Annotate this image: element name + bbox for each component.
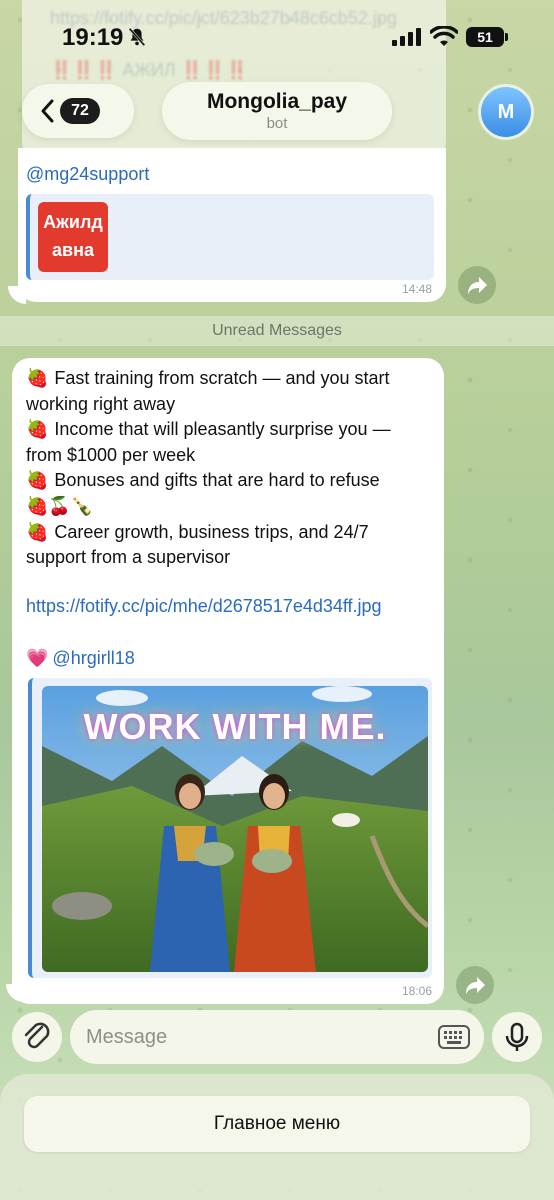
attach-button[interactable] [12, 1012, 62, 1062]
unread-count-badge: 72 [60, 98, 100, 124]
chat-title-pill[interactable]: Mongolia_pay bot [162, 82, 392, 140]
message-text-line: working right away [26, 392, 436, 418]
message-text-line: support from a supervisor [26, 545, 436, 571]
mention-link[interactable]: @mg24support [26, 164, 149, 185]
preview-thumbnail: Ажилд авна [38, 202, 108, 272]
message-text-line: from $1000 per week [26, 443, 436, 469]
strawberry-icon: 🍓 [26, 521, 49, 542]
status-time: 19:19 [62, 24, 124, 51]
main-menu-button[interactable]: Главное меню [24, 1096, 530, 1152]
message-text-line: 🍓🍒🍾 [26, 494, 436, 520]
message-bubble-2[interactable]: 🍓 Fast training from scratch — and you st… [12, 358, 444, 1004]
message-text-content: Career growth, business trips, and 24/7 [54, 521, 369, 542]
chat-title: Mongolia_pay [206, 90, 348, 113]
share-arrow-icon [468, 277, 487, 294]
strawberry-icon: 🍓🍒🍾 [26, 495, 94, 516]
chat-subtitle: bot [266, 115, 288, 132]
mention-line[interactable]: 💗 @hrgirll18 [26, 648, 135, 669]
message-time: 14:48 [401, 282, 432, 296]
message-text-content: working right away [26, 393, 176, 414]
message-text: 🍓 Fast training from scratch — and you st… [26, 366, 436, 571]
message-text-line: 🍓 Bonuses and gifts that are hard to refu… [26, 468, 436, 494]
mention-link[interactable]: @hrgirll18 [52, 648, 134, 668]
thumbnail-text-2: авна [52, 240, 94, 260]
battery-indicator: 51 [466, 27, 508, 47]
message-text-line: 🍓 Income that will pleasantly surprise yo… [26, 417, 436, 443]
paperclip-icon [24, 1022, 50, 1049]
status-bar: 19:19 51 [0, 0, 554, 70]
message-input[interactable] [70, 1010, 484, 1064]
message-text-content: support from a supervisor [26, 547, 231, 568]
back-button[interactable]: 72 [22, 84, 134, 138]
bubble-tail [6, 984, 24, 1002]
message-text-content: Income that will pleasantly surprise you… [54, 419, 391, 440]
microphone-icon [505, 1022, 529, 1051]
chevron-left-icon [41, 99, 54, 123]
chat-avatar[interactable]: M [478, 84, 534, 140]
bot-keyboard-panel: Главное меню [0, 1074, 554, 1200]
share-arrow-icon [466, 977, 485, 994]
thumbnail-text-1: Ажилд [43, 212, 103, 232]
message-time: 18:06 [401, 984, 432, 998]
message-text-content: from $1000 per week [26, 444, 196, 465]
message-bubble-1[interactable]: @mg24support Ажилд авна 14:48 [18, 148, 446, 302]
bell-slash-icon [128, 27, 146, 47]
cellular-signal-icon [392, 28, 421, 46]
message-text-content: Fast training from scratch — and you sta… [54, 368, 390, 388]
message-text-line: 🍓 Career growth, business trips, and 24/7 [26, 520, 436, 546]
share-button[interactable] [456, 966, 494, 1004]
unread-messages-divider: Unread Messages [0, 316, 554, 346]
link-preview[interactable]: Ажилд авна [26, 194, 434, 280]
microphone-button[interactable] [492, 1012, 542, 1062]
heart-icon: 💗 [26, 648, 49, 668]
message-text-content: Bonuses and gifts that are hard to refus… [54, 470, 380, 491]
link-preview[interactable]: WORK WITH ME. [28, 678, 432, 978]
image-link[interactable]: https://fotify.cc/pic/mhe/d2678517e4d34f… [26, 596, 382, 617]
bubble-tail [8, 286, 26, 304]
message-text-line: 🍓 Fast training from scratch — and you st… [26, 366, 436, 392]
keyboard-icon[interactable] [438, 1024, 470, 1050]
image-title: WORK WITH ME. [83, 706, 387, 747]
strawberry-icon: 🍓 [26, 368, 49, 388]
share-button[interactable] [458, 266, 496, 304]
strawberry-icon: 🍓 [26, 419, 49, 440]
wifi-icon [430, 26, 458, 46]
strawberry-icon: 🍓 [26, 470, 49, 491]
preview-photo[interactable]: WORK WITH ME. [42, 686, 428, 972]
